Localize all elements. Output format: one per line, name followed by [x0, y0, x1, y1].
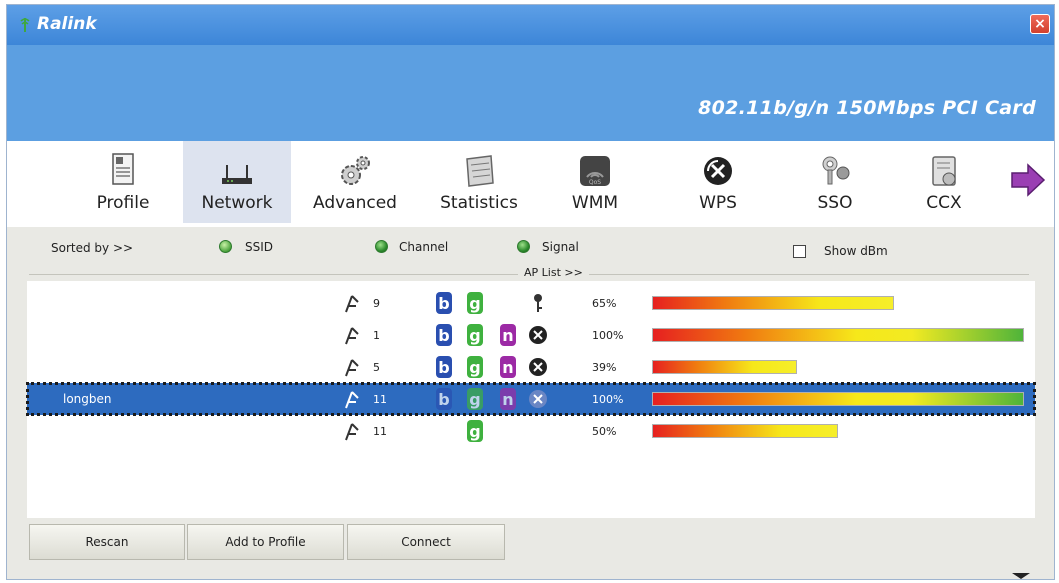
wps-icon: [529, 326, 547, 344]
mode-n-badge: n: [500, 356, 516, 378]
scroll-down-icon[interactable]: [1012, 573, 1030, 579]
tab-label: Advanced: [313, 193, 397, 213]
tab-sso[interactable]: SSO: [781, 141, 889, 223]
ap-ssid: longben: [63, 392, 112, 406]
mode-b-badge: b: [436, 324, 452, 346]
sso-icon: [822, 156, 850, 185]
close-button[interactable]: ×: [1030, 14, 1050, 34]
profile-icon: [112, 153, 134, 185]
key-icon: [534, 294, 542, 312]
signal-percent: 65%: [592, 297, 617, 310]
statistics-icon: [466, 155, 494, 187]
mode-n-badge: n: [500, 324, 516, 346]
mode-g-badge: g: [467, 356, 483, 378]
banner: 802.11b/g/n 150Mbps PCI Card: [7, 45, 1054, 141]
sort-label: Sorted by >>: [51, 241, 134, 255]
ap-channel: 11: [373, 393, 387, 406]
channel-antenna-icon: [345, 327, 359, 345]
show-dbm-checkbox[interactable]: [793, 245, 806, 258]
ccx-icon: [932, 156, 956, 186]
connect-button[interactable]: Connect: [347, 524, 505, 560]
tab-wmm[interactable]: QoS WMM: [541, 141, 649, 223]
mode-g-badge: g: [467, 292, 483, 314]
arrow-right-icon[interactable]: [1010, 163, 1046, 197]
channel-antenna-icon: [345, 391, 359, 409]
tab-network[interactable]: Network: [183, 141, 291, 223]
signal-percent: 100%: [592, 393, 624, 406]
mode-b-badge: b: [436, 388, 452, 410]
ap-row[interactable]: 5 b g n 39%: [27, 351, 1035, 383]
tab-wps[interactable]: WPS: [664, 141, 772, 223]
tab-label: Profile: [96, 193, 150, 213]
show-dbm-label: Show dBm: [824, 244, 888, 258]
ap-channel: 5: [373, 361, 380, 374]
tab-label: WMM: [571, 193, 619, 213]
sort-channel-radio[interactable]: [375, 240, 388, 253]
ap-channel: 11: [373, 425, 387, 438]
sort-ssid-radio[interactable]: [219, 240, 232, 253]
signal-percent: 100%: [592, 329, 624, 342]
mode-b-badge: b: [436, 356, 452, 378]
network-panel: Sorted by >> SSID Channel Signal Show dB…: [7, 227, 1054, 579]
ap-row[interactable]: 11 g 50%: [27, 415, 1035, 447]
signal-bar: [652, 296, 894, 310]
tab-label: SSO: [817, 193, 853, 213]
ralink-window: Ralink × 802.11b/g/n 150Mbps PCI Card Pr…: [6, 4, 1055, 580]
signal-percent: 39%: [592, 361, 617, 374]
sort-signal-label: Signal: [542, 240, 579, 254]
ap-row[interactable]: 1 b g n 100%: [27, 319, 1035, 351]
tab-label: CCX: [926, 193, 962, 213]
mode-n-badge: n: [500, 388, 516, 410]
tab-label: WPS: [699, 193, 737, 213]
channel-antenna-icon: [345, 359, 359, 377]
signal-bar: [652, 360, 797, 374]
window-title: Ralink: [37, 14, 97, 34]
tab-ccx[interactable]: CCX: [890, 141, 998, 223]
mode-g-badge: g: [467, 388, 483, 410]
rescan-button[interactable]: Rescan: [29, 524, 185, 560]
ap-list[interactable]: 9 b g 65% 1 b g n 100% 5 b g n 39% longben 11 b g n 100% 11 g…: [26, 281, 1036, 518]
tab-label: Network: [201, 193, 273, 213]
channel-antenna-icon: [345, 295, 359, 313]
signal-bar: [652, 328, 1024, 342]
mode-b-badge: b: [436, 292, 452, 314]
wps-icon: [704, 157, 732, 185]
ralink-logo-icon: [20, 18, 30, 32]
ap-list-label: AP List >>: [518, 266, 589, 279]
add-to-profile-button[interactable]: Add to Profile: [187, 524, 344, 560]
wps-icon: [529, 390, 547, 408]
signal-percent: 50%: [592, 425, 617, 438]
signal-bar: [652, 424, 838, 438]
mode-g-badge: g: [467, 324, 483, 346]
title-bar[interactable]: Ralink ×: [7, 5, 1054, 45]
tab-advanced[interactable]: Advanced: [301, 141, 409, 223]
svg-text:QoS: QoS: [589, 179, 601, 186]
ap-channel: 9: [373, 297, 380, 310]
ap-row[interactable]: 9 b g 65%: [27, 287, 1035, 319]
ap-channel: 1: [373, 329, 380, 342]
ap-row[interactable]: longben 11 b g n 100%: [26, 382, 1036, 416]
tab-statistics[interactable]: Statistics: [425, 141, 533, 223]
product-subtitle: 802.11b/g/n 150Mbps PCI Card: [698, 97, 1036, 119]
signal-bar: [652, 392, 1024, 406]
sort-row: Sorted by >> SSID Channel Signal Show dB…: [7, 227, 1054, 271]
mode-g-badge: g: [467, 420, 483, 442]
wmm-icon: QoS: [580, 156, 610, 186]
sort-signal-radio[interactable]: [517, 240, 530, 253]
network-icon: [222, 165, 252, 184]
tab-label: Statistics: [440, 193, 518, 213]
advanced-icon: [341, 156, 370, 185]
main-toolbar: Profile Network Advanced Statistics QoS …: [7, 141, 1054, 227]
sort-ssid-label: SSID: [245, 240, 274, 254]
tab-profile[interactable]: Profile: [69, 141, 177, 223]
channel-antenna-icon: [345, 423, 359, 441]
sort-channel-label: Channel: [399, 240, 449, 254]
wps-icon: [529, 358, 547, 376]
